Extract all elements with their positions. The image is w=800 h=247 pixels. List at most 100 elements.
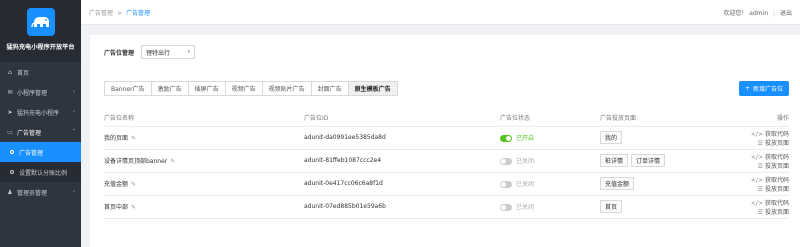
elephant-logo-icon [26, 8, 55, 36]
app-select[interactable]: 锂特出行 ▾ [141, 45, 196, 59]
monitor-icon: ▭ [7, 128, 13, 136]
filter-label: 广告位管理 [104, 49, 135, 57]
circle-icon [10, 170, 14, 174]
column-header: 广告位ID [304, 110, 500, 127]
sidebar-submenu: 广告管理 设置默认分账比例 [0, 142, 81, 182]
table-row: 充值金额 ✎ adunit-0e417cc06c6a8f1d 已关闭 充值金额 <… [104, 172, 789, 196]
tab-native-template[interactable]: 原生模板广告 [347, 81, 398, 96]
adunit-id: adunit-0e417cc06c6a8f1d [304, 172, 500, 196]
select-value: 锂特出行 [146, 49, 171, 57]
list-icon: ☰ [757, 139, 763, 147]
breadcrumb: 广告管理 > 广告管理 [89, 8, 150, 17]
adunit-name: 设备详情页顶部banner [104, 158, 168, 165]
brand-name: 猛犸充电小程序开放平台 [6, 44, 75, 51]
placement-link[interactable]: ☰ 投放页面 [758, 140, 789, 147]
tab-cover[interactable]: 封面广告 [310, 81, 349, 96]
edit-icon[interactable]: ✎ [131, 135, 136, 142]
page-tag: 订单详情 [631, 154, 666, 167]
placement-link[interactable]: ☰ 投放页面 [758, 163, 789, 170]
adunit-name: 我的页面 [104, 135, 129, 142]
tab-rewarded[interactable]: 激励广告 [150, 81, 189, 96]
tab-interstitial[interactable]: 插屏广告 [187, 81, 226, 96]
chevron-down-icon: ▾ [187, 49, 191, 55]
chevron-left-icon: ‹ [73, 89, 75, 95]
edit-icon[interactable]: ✎ [131, 204, 136, 211]
get-code-link[interactable]: </> 获取代码 [751, 200, 789, 207]
get-code-link[interactable]: </> 获取代码 [751, 131, 789, 138]
chevron-left-icon: ‹ [73, 109, 75, 115]
column-header: 广告位名称 [104, 110, 304, 127]
circle-icon [10, 150, 14, 154]
column-header: 广告投放页面 [600, 110, 708, 127]
table-row: 首页中部 ✎ adunit-07ed885b01e59a6b 已关闭 首页 </>… [104, 195, 789, 219]
sidebar-item-label: 广告管理 [19, 149, 44, 157]
list-icon: ☰ [757, 185, 763, 193]
adunit-id: adunit-07ed885b01e59a6b [304, 195, 500, 219]
sidebar-item-default-split[interactable]: 设置默认分账比例 [0, 162, 81, 182]
welcome-text: 欢迎您！ [723, 9, 748, 17]
tab-banner[interactable]: Banner广告 [104, 81, 152, 96]
status-toggle[interactable] [500, 204, 512, 211]
chevron-up-icon: ˄ [72, 129, 76, 135]
adunit-name: 充值金额 [104, 181, 129, 188]
username: admin [749, 9, 769, 17]
user-area: 欢迎您！ admin | 退出 [723, 8, 792, 17]
admin-icon: ♟ [7, 188, 13, 196]
code-icon: </> [750, 130, 763, 138]
sidebar-item-admins[interactable]: ♟ 管理员管理 ‹ [0, 182, 81, 202]
logout-link[interactable]: 退出 [780, 10, 792, 17]
top-header: 广告管理 > 广告管理 欢迎您！ admin | 退出 [81, 0, 800, 25]
sidebar-item-ad-management[interactable]: 广告管理 [0, 142, 81, 162]
tab-video-patch[interactable]: 视频贴片广告 [261, 81, 312, 96]
adunit-table: 广告位名称 广告位ID 广告位状态 广告投放页面 操作 我的页面 ✎ adunit… [104, 110, 789, 219]
status-toggle[interactable] [500, 181, 512, 188]
main-panel: 广告位管理 锂特出行 ▾ Banner广告 激励广告 插屏广告 视频广告 视频贴… [90, 35, 800, 247]
list-icon: ☰ [757, 162, 763, 170]
sidebar-item-label: 猛犸充电小程序 [17, 109, 60, 117]
chevron-left-icon: ‹ [73, 189, 75, 195]
filter-row: 广告位管理 锂特出行 ▾ [104, 45, 196, 59]
list-icon: ☰ [757, 208, 763, 216]
table-row: 设备详情页顶部banner ✎ adunit-81ffeb1087ccc2e4 已… [104, 149, 789, 173]
adunit-id: adunit-81ffeb1087ccc2e4 [304, 149, 500, 173]
status-text: 已开启 [516, 135, 535, 142]
status-toggle[interactable] [500, 158, 512, 165]
page-tag: 充值金额 [600, 177, 635, 190]
edit-icon[interactable]: ✎ [131, 181, 136, 188]
column-header: 操作 [708, 110, 789, 127]
status-text: 已关闭 [516, 181, 535, 188]
sidebar-item-label: 首页 [17, 69, 30, 77]
add-button-label: 新增广告位 [752, 86, 783, 93]
get-code-link[interactable]: </> 获取代码 [751, 177, 789, 184]
sidebar-item-label: 管理员管理 [17, 189, 48, 197]
page-tag: 桩详情 [600, 154, 629, 167]
table-row: 我的页面 ✎ adunit-da0991ee5385da8d 已开启 我的 </>… [104, 126, 789, 150]
status-text: 已关闭 [516, 158, 535, 165]
column-header: 广告位状态 [500, 110, 600, 127]
table-header-row: 广告位名称 广告位ID 广告位状态 广告投放页面 操作 [104, 110, 789, 127]
sidebar: 猛犸充电小程序开放平台 ⌂ 首页 ✉ 小程序管理 ‹ ➤ 猛犸充电小程序 ‹ ▭… [0, 0, 81, 247]
sidebar-item-label: 小程序管理 [17, 89, 48, 97]
sidebar-item-charging-app[interactable]: ➤ 猛犸充电小程序 ‹ [0, 102, 81, 122]
sidebar-item-miniprogram[interactable]: ✉ 小程序管理 ‹ [0, 82, 81, 102]
sidebar-item-label: 设置默认分账比例 [19, 169, 68, 177]
status-text: 已关闭 [516, 204, 535, 211]
placement-link[interactable]: ☰ 投放页面 [758, 186, 789, 193]
breadcrumb-current: 广告管理 [126, 9, 151, 17]
sidebar-item-ads[interactable]: ▭ 广告管理 ˄ [0, 122, 81, 142]
sidebar-item-home[interactable]: ⌂ 首页 [0, 62, 81, 82]
edit-icon[interactable]: ✎ [170, 158, 175, 165]
code-icon: </> [750, 199, 763, 207]
status-toggle[interactable] [500, 135, 512, 142]
tab-video[interactable]: 视频广告 [224, 81, 263, 96]
ad-type-tabs: Banner广告 激励广告 插屏广告 视频广告 视频贴片广告 封面广告 原生模板… [104, 81, 398, 96]
breadcrumb-separator: > [117, 9, 123, 17]
add-adunit-button[interactable]: + 新增广告位 [738, 81, 789, 96]
sidebar-item-label: 广告管理 [17, 129, 42, 137]
breadcrumb-item[interactable]: 广告管理 [89, 10, 113, 17]
placement-link[interactable]: ☰ 投放页面 [758, 209, 789, 216]
chat-icon: ✉ [7, 88, 13, 96]
home-icon: ⌂ [8, 68, 12, 76]
get-code-link[interactable]: </> 获取代码 [751, 154, 789, 161]
code-icon: </> [750, 176, 763, 184]
